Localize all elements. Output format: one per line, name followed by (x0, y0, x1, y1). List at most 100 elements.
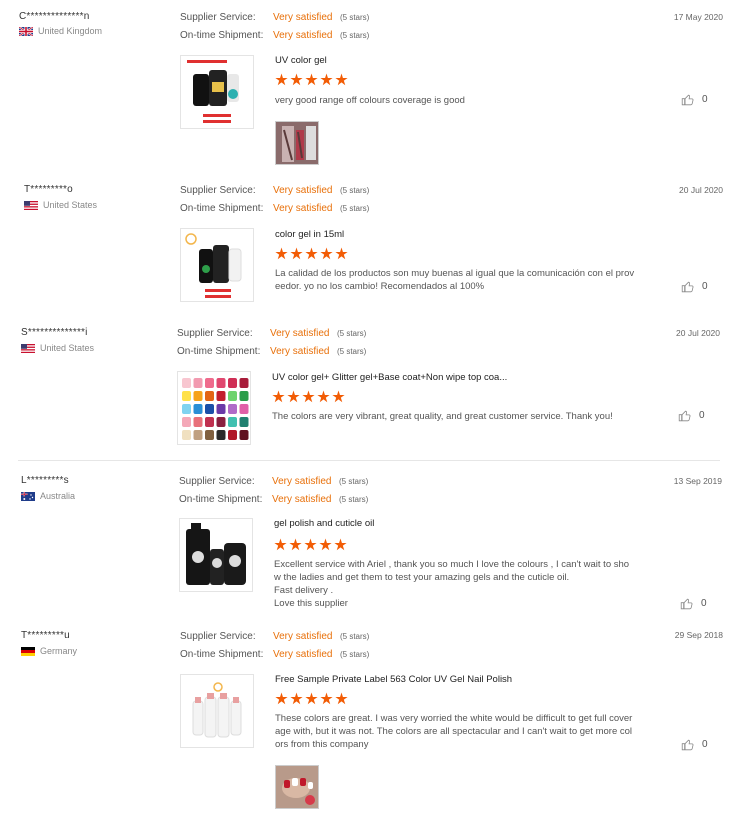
review-rating (275, 692, 348, 705)
product-title[interactable]: UV color gel (275, 55, 327, 66)
product-title[interactable]: gel polish and cuticle oil (274, 518, 374, 529)
color-swatch (205, 430, 214, 440)
color-swatch (182, 404, 191, 414)
color-swatch (239, 404, 249, 414)
review-text: Excellent service with Ariel , thank you… (274, 559, 630, 609)
country-name: United States (40, 343, 95, 353)
country-name: Germany (40, 646, 78, 656)
country-name: United Kingdom (38, 26, 103, 36)
color-swatch (228, 404, 237, 414)
product-title[interactable]: UV color gel+ Glitter gel+Base coat+Non … (272, 372, 507, 383)
ontime-shipment-stars: (5 stars) (340, 31, 370, 40)
color-swatch (193, 417, 203, 427)
like-button[interactable]: 0 (681, 738, 708, 751)
review-photo[interactable] (275, 765, 319, 809)
ontime-shipment-label: On-time Shipment: (180, 203, 264, 214)
thumbs-up-icon (678, 410, 691, 422)
ontime-shipment-label: On-time Shipment: (179, 494, 263, 505)
color-swatch (216, 417, 226, 427)
review-date: 20 Jul 2020 (679, 185, 723, 195)
color-swatch (216, 404, 226, 414)
product-thumbnail[interactable] (180, 55, 254, 129)
color-swatch (205, 417, 214, 427)
buyer-name: T*********o (24, 184, 73, 195)
color-swatch (193, 391, 203, 401)
like-button[interactable]: 0 (680, 597, 707, 610)
star-icon (290, 247, 303, 260)
color-swatch (239, 378, 249, 388)
star-icon (305, 73, 318, 86)
product-thumbnail[interactable] (177, 371, 251, 445)
star-icon (335, 247, 348, 260)
star-icon (290, 73, 303, 86)
star-icon (320, 73, 333, 86)
color-swatch (228, 378, 237, 388)
star-icon (317, 390, 330, 403)
star-icon (287, 390, 300, 403)
like-count: 0 (702, 739, 708, 750)
supplier-service-label: Supplier Service: (180, 631, 256, 642)
like-button[interactable]: 0 (681, 93, 708, 106)
supplier-service-stars: (5 stars) (340, 632, 370, 641)
review-rating (275, 73, 348, 86)
color-swatch (239, 417, 249, 427)
star-icon (275, 247, 288, 260)
review-date: 20 Jul 2020 (676, 328, 720, 338)
ontime-shipment-stars: (5 stars) (340, 650, 370, 659)
star-icon (334, 538, 347, 551)
star-icon (320, 692, 333, 705)
supplier-service-stars: (5 stars) (337, 329, 367, 338)
product-thumbnail[interactable] (180, 228, 254, 302)
ontime-shipment-label: On-time Shipment: (180, 30, 264, 41)
like-count: 0 (702, 281, 708, 292)
color-swatch (228, 417, 237, 427)
product-thumbnail[interactable] (180, 674, 254, 748)
color-swatch (216, 391, 226, 401)
ontime-shipment-value: Very satisfied (273, 203, 333, 214)
buyer-country: Germany (21, 646, 77, 656)
section-divider (18, 460, 720, 461)
star-icon (305, 247, 318, 260)
color-swatch (182, 391, 191, 401)
supplier-service-label: Supplier Service: (177, 328, 253, 339)
buyer-name: S**************i (21, 327, 88, 338)
ontime-shipment-value: Very satisfied (273, 30, 333, 41)
product-title[interactable]: color gel in 15ml (275, 229, 344, 240)
review-rating (272, 390, 345, 403)
product-title[interactable]: Free Sample Private Label 563 Color UV G… (275, 674, 512, 685)
color-swatch (193, 378, 203, 388)
ontime-shipment-label: On-time Shipment: (177, 346, 261, 357)
review-rating (274, 538, 347, 551)
star-icon (320, 247, 333, 260)
ontime-shipment-value: Very satisfied (273, 649, 333, 660)
buyer-name: T*********u (21, 630, 70, 641)
like-button[interactable]: 0 (678, 409, 705, 422)
color-swatch (182, 417, 191, 427)
us-flag-icon (24, 200, 38, 210)
color-swatch (228, 430, 237, 440)
color-swatch (205, 378, 214, 388)
product-thumbnail[interactable] (179, 518, 253, 592)
buyer-country: United Kingdom (19, 26, 102, 36)
review-photo[interactable] (275, 121, 319, 165)
color-swatch (182, 430, 191, 440)
review-text: very good range off colours coverage is … (275, 95, 465, 106)
star-icon (335, 73, 348, 86)
supplier-service-value: Very satisfied (272, 476, 332, 487)
star-icon (275, 73, 288, 86)
supplier-service-label: Supplier Service: (180, 12, 256, 23)
review-text: La calidad de los productos son muy buen… (275, 268, 635, 292)
uk-flag-icon (19, 26, 33, 36)
color-swatch (239, 430, 249, 440)
buyer-country: Australia (21, 491, 75, 501)
supplier-service-value: Very satisfied (273, 631, 333, 642)
star-icon (275, 692, 288, 705)
star-icon (305, 692, 318, 705)
star-icon (290, 692, 303, 705)
color-swatch (228, 391, 237, 401)
like-button[interactable]: 0 (681, 280, 708, 293)
thumbs-up-icon (680, 598, 693, 610)
buyer-name: C**************n (19, 11, 90, 22)
star-icon (335, 692, 348, 705)
review-text: These colors are great. I was very worri… (275, 713, 633, 750)
